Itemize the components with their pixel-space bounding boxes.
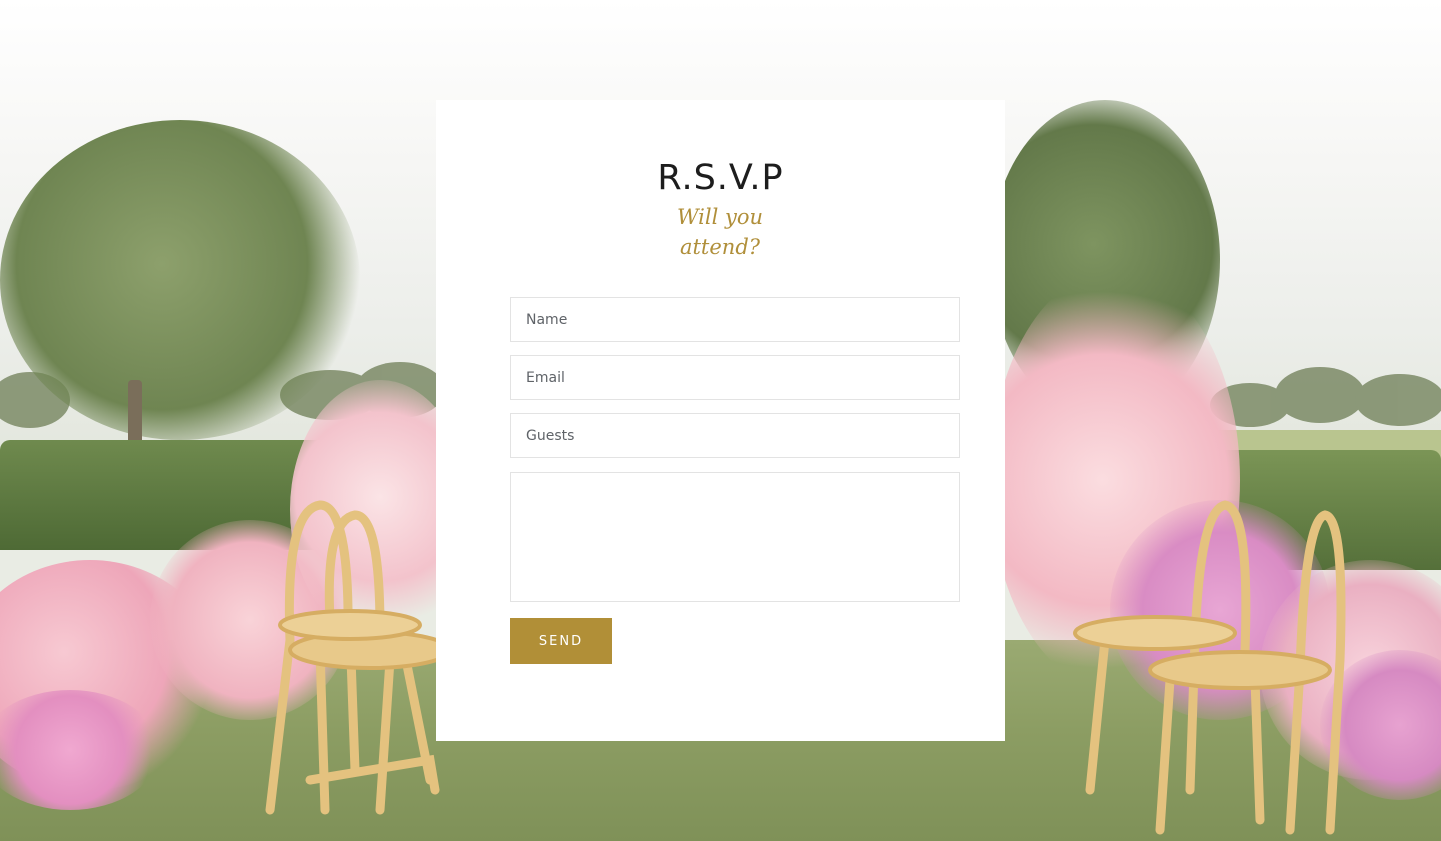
chairs-left (265, 500, 452, 815)
rsvp-subtitle: Will you attend? (676, 205, 764, 259)
message-textarea[interactable] (510, 472, 960, 602)
email-input[interactable] (510, 355, 960, 400)
send-button[interactable]: SEND (510, 618, 612, 664)
rsvp-title: R.S.V.P (657, 158, 784, 198)
name-input[interactable] (510, 297, 960, 342)
guests-input[interactable] (510, 413, 960, 458)
chairs-right (1073, 500, 1346, 835)
